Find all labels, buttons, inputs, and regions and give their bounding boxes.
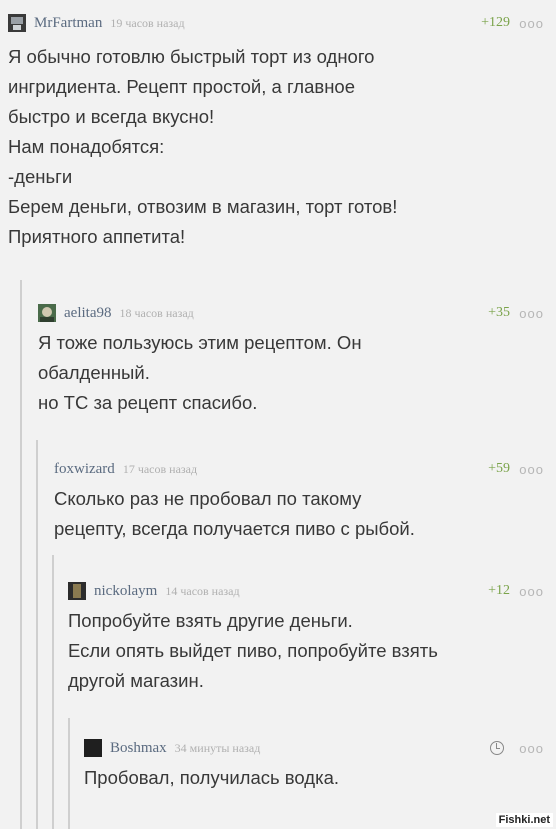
author-name[interactable]: aelita98: [64, 305, 111, 322]
comment-header: MrFartman 19 часов назад +129 ооо: [8, 12, 544, 34]
more-menu-button[interactable]: ооо: [519, 741, 544, 756]
rating: +35: [488, 305, 510, 320]
timestamp: 34 минуты назад: [174, 740, 261, 755]
clock-icon: [490, 741, 504, 755]
avatar[interactable]: [38, 304, 56, 322]
timestamp: 17 часов назад: [122, 461, 198, 476]
avatar[interactable]: [84, 739, 102, 757]
thread-line: [68, 718, 70, 829]
author-name[interactable]: MrFartman: [34, 15, 102, 32]
comment-text: Я обычно готовлю быстрый торт из одного …: [8, 46, 398, 247]
thread-line: [52, 555, 54, 829]
author-name[interactable]: nickolaym: [94, 583, 157, 600]
rating: +59: [488, 461, 510, 476]
thread-line: [20, 280, 22, 829]
comment: MrFartman 19 часов назад +129 ооо Я обыч…: [8, 12, 544, 274]
watermark: Fishki.net: [495, 813, 553, 827]
avatar[interactable]: [8, 14, 26, 32]
timestamp: 14 часов назад: [165, 583, 240, 598]
comment-text: Я тоже пользуюсь этим рецептом. Он обалд…: [38, 332, 362, 413]
comment: aelita98 18 часов назад +35 ооо Я тоже п…: [38, 302, 544, 432]
timestamp: 19 часов назад: [110, 15, 185, 30]
more-menu-button[interactable]: ооо: [519, 306, 544, 321]
more-menu-button[interactable]: ооо: [519, 16, 544, 31]
rating: +12: [488, 583, 510, 598]
more-menu-button[interactable]: ооо: [519, 584, 544, 599]
timestamp: 18 часов назад: [119, 305, 194, 320]
comment-text: Пробовал, получилась водка.: [84, 767, 339, 788]
rating: +129: [481, 15, 510, 30]
more-menu-button[interactable]: ооо: [519, 462, 544, 477]
comment: foxwizard 17 часов назад +59 ооо Сколько…: [54, 458, 544, 558]
comment-text: Попробуйте взять другие деньги. Если опя…: [68, 610, 438, 691]
comment-text: Сколько раз не пробовал по такому рецепт…: [54, 488, 415, 539]
comment-header: foxwizard 17 часов назад +59 ооо: [54, 458, 544, 480]
author-name[interactable]: foxwizard: [54, 461, 115, 478]
comment: Boshmax 34 минуты назад ооо Пробовал, по…: [84, 737, 544, 807]
comment: nickolaym 14 часов назад +12 ооо Попробу…: [68, 580, 544, 710]
comment-header: nickolaym 14 часов назад +12 ооо: [68, 580, 544, 602]
avatar[interactable]: [68, 582, 86, 600]
author-name[interactable]: Boshmax: [110, 740, 167, 757]
thread-line: [36, 440, 38, 829]
comment-header: Boshmax 34 минуты назад ооо: [84, 737, 544, 759]
comment-header: aelita98 18 часов назад +35 ооо: [38, 302, 544, 324]
